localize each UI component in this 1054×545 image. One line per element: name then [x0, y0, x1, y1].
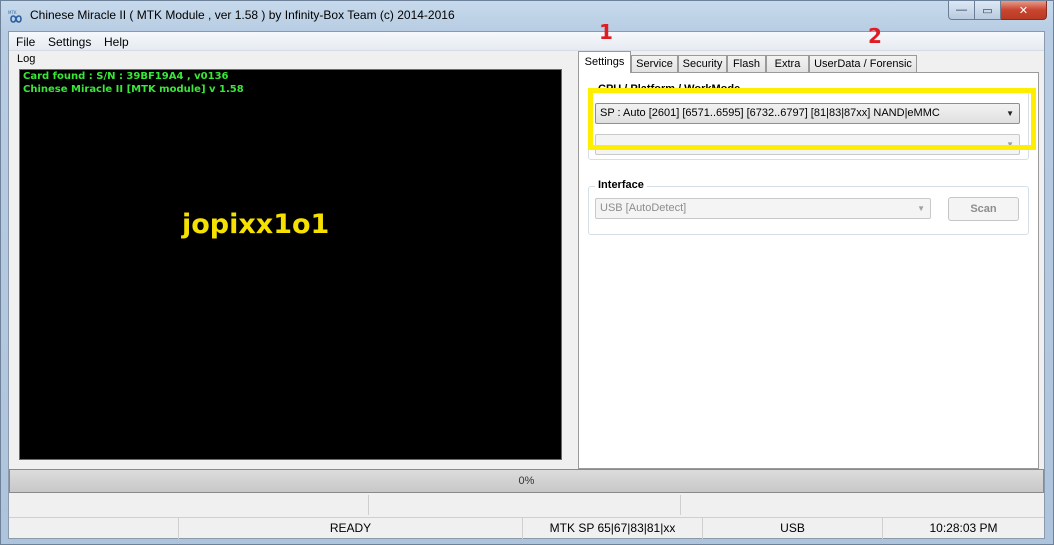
minimize-icon: — [956, 4, 967, 16]
status-bar: READY MTK SP 65|67|83|81|xx USB 10:28:03… [9, 517, 1044, 539]
cpu-platform-group: CPU / Platform / WorkMode SP : Auto [260… [588, 83, 1029, 160]
annotation-number-1: 1 [599, 20, 613, 44]
minimize-button[interactable]: — [948, 1, 975, 20]
log-line: Card found : S/N : 39BF19A4 , v0136 [23, 71, 229, 82]
interface-select[interactable]: USB [AutoDetect] ▼ [595, 198, 931, 219]
status-cell-empty [369, 495, 681, 515]
tab-settings[interactable]: Settings [578, 51, 631, 73]
annotation-number-2: 2 [868, 24, 882, 48]
settings-panel: CPU / Platform / WorkMode SP : Auto [260… [578, 72, 1039, 469]
interface-group-title: Interface [595, 179, 647, 191]
menu-settings[interactable]: Settings [48, 35, 91, 49]
chevron-down-icon: ▼ [1006, 109, 1014, 118]
tab-extra[interactable]: Extra [766, 55, 809, 72]
secondary-select[interactable]: ▼ [595, 134, 1020, 155]
cpu-platform-value: SP : Auto [2601] [6571..6595] [6732..679… [600, 107, 940, 119]
interface-value: USB [AutoDetect] [600, 202, 687, 214]
chevron-down-icon: ▼ [1006, 140, 1014, 149]
menu-bar: File Settings Help [9, 32, 1044, 51]
log-label: Log [17, 53, 36, 65]
status-state: READY [179, 518, 523, 539]
tab-userdata-forensic[interactable]: UserData / Forensic [809, 55, 917, 72]
status-connection: USB [703, 518, 883, 539]
status-time: 10:28:03 PM [929, 521, 998, 535]
scan-button[interactable]: Scan [948, 197, 1019, 221]
close-icon: ✕ [1018, 4, 1029, 17]
close-button[interactable]: ✕ [1001, 1, 1047, 20]
menu-file[interactable]: File [16, 35, 35, 49]
infinity-logo-icon: MTK [8, 10, 22, 23]
maximize-icon: ▭ [982, 4, 993, 17]
title-bar[interactable]: MTK Chinese Miracle II ( MTK Module , ve… [1, 1, 1053, 31]
cpu-platform-select[interactable]: SP : Auto [2601] [6571..6595] [6732..679… [595, 103, 1020, 124]
window-controls: — ▭ ✕ [948, 1, 1047, 20]
log-console[interactable]: Card found : S/N : 39BF19A4 , v0136 Chin… [19, 69, 562, 460]
interface-group: Interface USB [AutoDetect] ▼ Scan [588, 179, 1029, 235]
svg-text:MTK: MTK [8, 10, 17, 15]
progress-text: 0% [518, 475, 535, 487]
tab-flash[interactable]: Flash [727, 55, 766, 72]
client-area: File Settings Help Log Card found : S/N … [8, 20, 1045, 539]
log-line: Chinese Miracle II [MTK module] v 1.58 [23, 84, 244, 95]
tab-security[interactable]: Security [678, 55, 727, 72]
progress-bar: 0% [9, 469, 1044, 493]
app-window: MTK Chinese Miracle II ( MTK Module , ve… [0, 0, 1054, 545]
chevron-down-icon: ▼ [917, 204, 925, 213]
watermark-text: jopixx1o1 [182, 209, 330, 240]
status-cell-empty [9, 518, 179, 539]
secondary-status-bar [9, 495, 1044, 515]
tab-service[interactable]: Service [631, 55, 678, 72]
status-cell-empty [9, 495, 369, 515]
menu-help[interactable]: Help [104, 35, 129, 49]
window-title: Chinese Miracle II ( MTK Module , ver 1.… [30, 8, 455, 22]
maximize-button[interactable]: ▭ [975, 1, 1001, 20]
status-platform: MTK SP 65|67|83|81|xx [523, 518, 703, 539]
cpu-platform-group-title: CPU / Platform / WorkMode [595, 83, 744, 95]
